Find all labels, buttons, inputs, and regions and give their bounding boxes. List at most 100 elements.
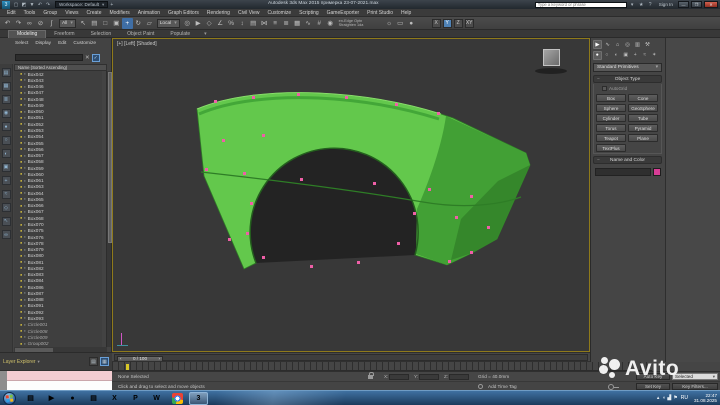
coord-y-field[interactable]: [419, 373, 440, 380]
menu-item[interactable]: Graph Editors: [164, 10, 203, 16]
viewcube[interactable]: [543, 49, 560, 66]
fender-model[interactable]: [113, 39, 591, 353]
lock-selection-icon[interactable]: [368, 372, 374, 379]
ribbon-tab[interactable]: Object Paint: [119, 30, 162, 38]
cat-shapes-icon[interactable]: ○: [603, 51, 612, 60]
se-filter-lights-icon[interactable]: ◐: [1, 149, 11, 158]
time-slider[interactable]: ‹ 0 / 100 ›: [112, 352, 590, 362]
visibility-bulb-icon[interactable]: ●: [20, 235, 22, 239]
ribbon-toggle-icon[interactable]: ▦: [292, 18, 303, 29]
menu-item[interactable]: Modifiers: [105, 10, 133, 16]
visibility-bulb-icon[interactable]: ●: [20, 204, 22, 208]
se-pick-parent-icon[interactable]: ↖: [1, 216, 11, 226]
cat-cameras-icon[interactable]: ▣: [622, 51, 631, 60]
primitive-button[interactable]: Teapot: [596, 134, 626, 142]
scrollbar-thumb[interactable]: [15, 347, 53, 352]
visibility-bulb-icon[interactable]: ●: [20, 141, 22, 145]
se-display-hierarchy-icon[interactable]: ▤: [1, 68, 11, 77]
se-filter-helpers-icon[interactable]: +: [1, 176, 11, 185]
visibility-bulb-icon[interactable]: ●: [20, 304, 22, 308]
listener-macro-pane[interactable]: [7, 371, 112, 381]
infocenter-search-input[interactable]: [534, 1, 627, 8]
object-color-swatch[interactable]: [653, 167, 661, 176]
visibility-bulb-icon[interactable]: ●: [20, 172, 22, 176]
tray-network-icon[interactable]: ▟: [667, 395, 671, 401]
minimize-button[interactable]: —: [678, 1, 689, 8]
save-file-icon[interactable]: ▼: [28, 1, 36, 9]
spinner-snap-icon[interactable]: ↕: [237, 18, 248, 29]
se-sync-selection-icon[interactable]: ∞: [1, 230, 11, 239]
angle-snap-icon[interactable]: ∠: [215, 18, 226, 29]
visibility-bulb-icon[interactable]: ●: [20, 323, 22, 327]
visibility-bulb-icon[interactable]: ●: [20, 310, 22, 314]
visibility-bulb-icon[interactable]: ●: [20, 135, 22, 139]
visibility-bulb-icon[interactable]: ●: [20, 185, 22, 189]
primitive-button[interactable]: Torus: [596, 124, 626, 132]
menu-item[interactable]: Civil View: [234, 10, 264, 16]
search-scope-icon[interactable]: ▾: [629, 2, 636, 8]
clear-search-icon[interactable]: ✕: [85, 55, 90, 61]
search-options-icon[interactable]: ✓: [91, 53, 100, 62]
scene-explorer-search-input[interactable]: [15, 54, 83, 61]
selection-region-icon[interactable]: □: [100, 18, 111, 29]
se-display-layers-icon[interactable]: ≣: [1, 95, 11, 104]
taskbar-clock[interactable]: 22:47 31.08.2025: [691, 393, 717, 404]
window-crossing-icon[interactable]: ▣: [111, 18, 122, 29]
render-setup-icon[interactable]: ☼: [384, 18, 395, 29]
layer-manager-icon[interactable]: ≣: [281, 18, 292, 29]
viewport[interactable]: [+] [Left] [Shaded]: [112, 38, 590, 352]
visibility-bulb-icon[interactable]: ●: [20, 78, 22, 82]
select-and-scale-icon[interactable]: ▱: [144, 18, 155, 29]
ribbon-tab[interactable]: Freeform: [46, 30, 82, 38]
taskbar-app[interactable]: ▤: [84, 392, 103, 405]
visibility-bulb-icon[interactable]: ●: [20, 122, 22, 126]
cat-geometry-icon[interactable]: ●: [593, 51, 602, 60]
menu-item[interactable]: Help: [397, 10, 415, 16]
primitive-button[interactable]: Cylinder: [596, 114, 626, 122]
reference-coordinate-dropdown[interactable]: Local ▾: [156, 18, 180, 28]
explorer-settings-icon[interactable]: ▤: [89, 357, 98, 366]
object-name-input[interactable]: [595, 167, 651, 176]
tab-hierarchy-icon[interactable]: ⌂: [613, 40, 622, 49]
menu-item[interactable]: Print Studio: [363, 10, 397, 16]
visibility-bulb-icon[interactable]: ●: [20, 179, 22, 183]
add-workspace-button[interactable]: +: [110, 2, 113, 8]
explorer-mode-label[interactable]: Layer Explorer: [3, 359, 36, 365]
visibility-bulb-icon[interactable]: ●: [20, 210, 22, 214]
primitive-button[interactable]: Tube: [628, 114, 658, 122]
visibility-bulb-icon[interactable]: ●: [20, 91, 22, 95]
visibility-bulb-icon[interactable]: ●: [20, 229, 22, 233]
menu-item[interactable]: Rendering: [203, 10, 234, 16]
taskbar-app[interactable]: ▶: [42, 392, 61, 405]
use-pivot-center-icon[interactable]: ◎: [182, 18, 193, 29]
app-logo-icon[interactable]: 3: [2, 0, 10, 9]
se-filter-cameras-icon[interactable]: ▣: [1, 162, 11, 172]
maxscript-mini-listener[interactable]: [0, 370, 112, 391]
visibility-bulb-icon[interactable]: ●: [20, 329, 22, 333]
undo-icon[interactable]: ↶: [2, 18, 13, 29]
rendered-frame-window-icon[interactable]: ▭: [395, 18, 406, 29]
close-button[interactable]: ✕: [704, 1, 718, 8]
cat-helpers-icon[interactable]: +: [631, 51, 640, 60]
track-bar[interactable]: [112, 361, 652, 371]
visibility-bulb-icon[interactable]: ●: [20, 116, 22, 120]
primitive-button[interactable]: TextPlus: [596, 144, 626, 152]
visibility-bulb-icon[interactable]: ●: [20, 147, 22, 151]
autogrid-checkbox[interactable]: [602, 86, 607, 91]
frame-zero-marker[interactable]: [126, 364, 129, 370]
axis-constraint-button[interactable]: Z: [453, 18, 463, 28]
bind-to-space-warp-icon[interactable]: ∫: [46, 18, 57, 29]
visibility-bulb-icon[interactable]: ●: [20, 298, 22, 302]
taskbar-app[interactable]: P: [126, 392, 145, 405]
select-and-link-icon[interactable]: ∞: [24, 18, 35, 29]
percent-snap-icon[interactable]: %: [226, 18, 237, 29]
visibility-bulb-icon[interactable]: ●: [20, 241, 22, 245]
ribbon-tab[interactable]: Selection: [83, 30, 120, 38]
undo-quick-icon[interactable]: ↶: [36, 1, 44, 9]
tab-motion-icon[interactable]: ◎: [623, 40, 632, 49]
list-item[interactable]: ● ▪ Group002: [14, 340, 102, 346]
language-indicator[interactable]: RU: [681, 395, 688, 401]
visibility-bulb-icon[interactable]: ●: [20, 291, 22, 295]
workspace-selector[interactable]: Workspace: Default ▾: [55, 1, 109, 8]
visibility-bulb-icon[interactable]: ●: [20, 97, 22, 101]
